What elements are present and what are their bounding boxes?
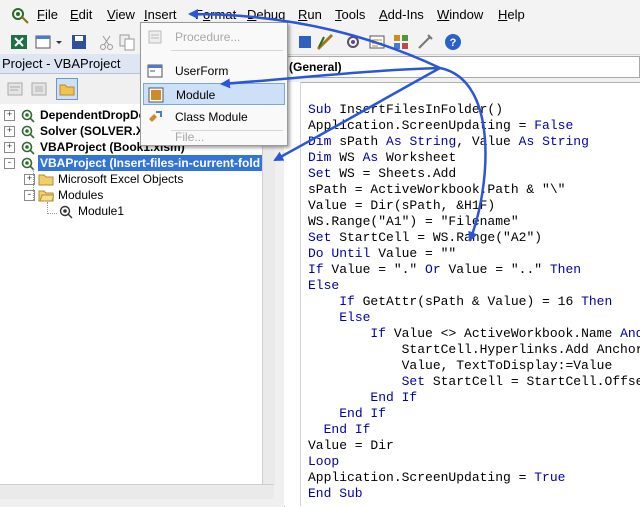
code-line[interactable]: Set WS = Sheets.Add [308,166,456,182]
module-icon [59,205,73,219]
code-line[interactable]: WS.Range("A1") = "Filename" [308,214,519,230]
project-tree: + DependentDropDo + Solver (SOLVER.XL + … [0,104,263,484]
menu-help[interactable]: Help [498,6,525,24]
save-icon[interactable] [70,33,88,51]
excel-vba-app-icon[interactable] [10,5,30,25]
tree-item-label: Microsoft Excel Objects [58,172,184,186]
code-line[interactable]: If GetAttr(sPath & Value) = 16 Then [308,294,612,310]
expand-toggle[interactable]: + [4,110,15,121]
menu-add-ins[interactable]: Add-Ins [379,6,424,24]
menu-module[interactable]: Module [143,83,285,105]
project-explorer-icon[interactable] [344,33,362,51]
chevron-down-icon[interactable] [54,33,64,51]
insert-userform-icon[interactable] [34,33,52,51]
procedure-icon [148,30,162,44]
module-icon [148,87,164,103]
menu-separator [171,50,283,51]
code-line[interactable]: Dim WS As Worksheet [308,150,456,166]
menu-file-insert[interactable]: File... [141,131,285,145]
folder-icon [38,174,54,186]
cut-icon[interactable] [98,33,116,51]
menu-window[interactable]: Window [437,6,483,24]
code-line[interactable]: End Sub [308,486,363,502]
code-line[interactable]: Application.ScreenUpdating = False [308,118,573,134]
svg-text:?: ? [450,37,457,49]
menu-edit[interactable]: Edit [70,6,92,24]
menu-userform[interactable]: UserForm [141,60,285,82]
vba-project-icon [21,109,35,123]
code-line[interactable]: Value, TextToDisplay:=Value [308,358,613,374]
design-mode-icon[interactable] [296,33,314,51]
menu-view[interactable]: View [107,6,135,24]
object-browser-icon[interactable] [392,33,410,51]
code-line[interactable]: Do Until Value = "" [308,246,456,262]
class-module-icon [149,111,162,122]
horizontal-scrollbar[interactable] [0,484,274,499]
toolbox-icon[interactable] [416,33,434,51]
help-icon[interactable]: ? [444,33,462,51]
view-excel-icon[interactable] [10,33,28,51]
view-code-icon[interactable] [6,80,24,98]
tree-connector [47,213,57,214]
code-line[interactable]: Set StartCell = WS.Range("A2") [308,230,542,246]
copy-icon[interactable] [118,33,136,51]
code-line[interactable]: If Value <> ActiveWorkbook.Name And [308,326,640,342]
expand-toggle[interactable]: + [4,142,15,153]
properties-window-icon[interactable] [368,33,386,51]
code-line[interactable]: End If [308,422,371,438]
code-line[interactable]: Else [308,310,370,326]
menu-run[interactable]: Run [298,6,322,24]
design-ruler-icon[interactable] [316,33,334,51]
tree-item-label: DependentDropDo [40,108,146,122]
tree-item-label: Module1 [78,204,125,218]
toggle-folders-icon[interactable] [56,78,78,100]
code-line[interactable]: Loop [308,454,339,470]
vba-project-icon [21,141,35,155]
code-line[interactable]: sPath = ActiveWorkbook.Path & "\" [308,182,565,198]
code-line[interactable]: Value = Dir [308,438,394,454]
view-object-icon[interactable] [30,80,48,98]
tree-connector [33,168,34,200]
tree-item-label: Modules [58,188,104,202]
code-line[interactable]: End If [308,390,417,406]
userform-icon [147,64,163,78]
insert-menu: Procedure... UserForm Module Class Modul… [140,22,288,146]
standard-toolbar: ? [0,30,640,55]
open-folder-icon [38,190,54,202]
code-line[interactable]: Set StartCell = StartCell.Offse [308,374,640,390]
menu-bar: File Edit View Insert Format Debug Run T… [0,0,640,31]
code-line[interactable]: StartCell.Hyperlinks.Add Anchor [308,342,640,358]
code-line[interactable]: Value = Dir(sPath, &H1F) [308,198,495,214]
menu-class-module[interactable]: Class Module [141,106,285,128]
menu-procedure[interactable]: Procedure... [141,26,285,48]
menu-tools[interactable]: Tools [335,6,365,24]
code-line[interactable]: Dim sPath As String, Value As String [308,134,589,150]
menu-file[interactable]: File [37,6,58,24]
vba-project-icon [21,125,35,139]
code-line[interactable]: Else [308,278,339,294]
code-line[interactable]: Sub InsertFilesInFolder() [308,102,503,118]
tree-item-label: VBAProject (Insert-files-in-current-fold [38,155,262,171]
code-line[interactable]: Application.ScreenUpdating = True [308,470,565,486]
object-combo[interactable]: (General) [284,56,640,78]
expand-toggle[interactable]: + [4,126,15,137]
collapse-toggle[interactable]: - [4,158,15,169]
code-line[interactable]: If Value = "." Or Value = ".." Then [308,262,581,278]
tree-item-label: Solver (SOLVER.XL [40,124,152,138]
code-line[interactable]: End If [308,406,386,422]
vertical-scrollbar[interactable] [262,104,275,484]
